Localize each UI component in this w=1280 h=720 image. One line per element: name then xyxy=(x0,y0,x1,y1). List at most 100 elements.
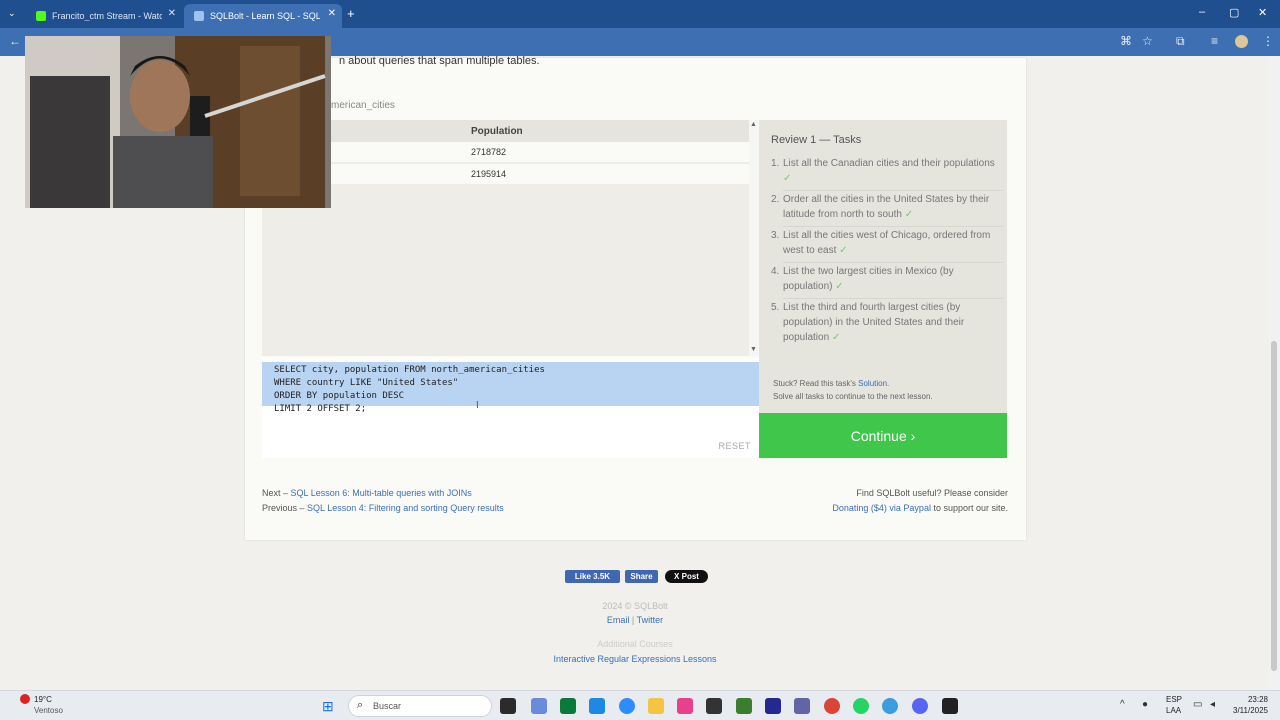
facebook-like-button[interactable]: Like 3.5K xyxy=(565,570,620,583)
kick-icon xyxy=(36,11,46,21)
clock-time[interactable]: 23:28 xyxy=(1230,695,1268,704)
reading-list-icon[interactable]: ≡ xyxy=(1211,34,1218,48)
scroll-down-icon[interactable]: ▼ xyxy=(750,346,757,353)
support-text: Find SQLBolt useful? Please consider xyxy=(856,488,1008,498)
maximize-button[interactable]: ▢ xyxy=(1229,6,1239,19)
table-cell: 2195914 xyxy=(471,169,507,179)
minimize-button[interactable]: – xyxy=(1199,6,1205,18)
extensions-icon[interactable]: ⧉ xyxy=(1176,34,1185,49)
task-text: List all the Canadian cities and their p… xyxy=(783,158,995,169)
vscode-icon[interactable] xyxy=(589,698,605,714)
task-text: List all the cities west of Chicago, ord… xyxy=(783,230,991,256)
scroll-up-icon[interactable]: ▲ xyxy=(750,121,757,128)
task-number: 5. xyxy=(771,302,780,313)
table-row: 2718782 xyxy=(262,142,749,163)
copilot-icon[interactable] xyxy=(531,698,547,714)
zoom-icon[interactable] xyxy=(619,698,635,714)
weather-temp[interactable]: 19°C xyxy=(34,695,52,704)
close-tab-icon[interactable]: ✕ xyxy=(328,8,336,19)
task-text: Order all the cities in the United State… xyxy=(783,194,990,220)
network-icon[interactable]: ▭ xyxy=(1193,699,1202,710)
task-text: List the third and fourth largest cities… xyxy=(783,302,965,343)
page-scrollbar[interactable] xyxy=(1268,56,1280,690)
chrome-icon[interactable] xyxy=(824,698,840,714)
tasks-panel: Review 1 — Tasks 1. List all the Canadia… xyxy=(759,120,1007,413)
search-input[interactable]: Buscar xyxy=(373,701,401,711)
task-text: List the two largest cities in Mexico (b… xyxy=(783,266,954,292)
app-icon[interactable] xyxy=(677,698,693,714)
windows-start-icon[interactable]: ⊞ xyxy=(322,698,338,714)
minecraft-icon[interactable] xyxy=(736,698,752,714)
microphone-icon[interactable]: ● xyxy=(1142,699,1148,710)
weather-desc[interactable]: Ventoso xyxy=(34,706,63,715)
solve-note: Solve all tasks to continue to the next … xyxy=(773,392,933,401)
store-icon[interactable] xyxy=(560,698,576,714)
close-tab-icon[interactable]: ✕ xyxy=(168,8,176,19)
table-scrollbar[interactable]: ▲ ▼ xyxy=(749,120,759,356)
github-icon[interactable] xyxy=(942,698,958,714)
menu-kebab-icon[interactable]: ⋮ xyxy=(1262,34,1274,48)
continue-button[interactable]: Continue › xyxy=(759,413,1007,458)
check-icon: ✓ xyxy=(783,173,792,184)
check-icon: ✓ xyxy=(831,332,841,343)
code-line: ORDER BY population DESC xyxy=(274,391,405,401)
tray-chevron-icon[interactable]: ^ xyxy=(1120,699,1125,710)
close-window-button[interactable]: ✕ xyxy=(1258,6,1267,19)
next-prefix: Next – xyxy=(262,488,291,498)
table-header-row: Population xyxy=(262,120,749,142)
twitter-link[interactable]: Twitter xyxy=(637,615,664,625)
tab-sqlbolt[interactable]: SQLBolt - Learn SQL - SQL Revi ✕ xyxy=(184,4,342,28)
translate-icon[interactable]: ⌘ xyxy=(1120,34,1132,48)
clock-date[interactable]: 3/11/2025 xyxy=(1224,706,1268,715)
facebook-share-button[interactable]: Share xyxy=(625,570,658,583)
prev-lesson-link[interactable]: SQL Lesson 4: Filtering and sorting Quer… xyxy=(307,503,504,513)
volume-icon[interactable]: ◂ xyxy=(1210,699,1215,710)
divider xyxy=(783,190,1003,191)
search-icon: ⌕ xyxy=(357,699,364,711)
back-arrow-icon[interactable]: ← xyxy=(9,34,21,48)
email-link[interactable]: Email xyxy=(607,615,630,625)
results-table-title: merican_cities xyxy=(331,100,395,111)
task-view-icon[interactable] xyxy=(500,698,516,714)
divider xyxy=(783,298,1003,299)
text-cursor-icon: I xyxy=(476,400,479,411)
next-lesson-link[interactable]: SQL Lesson 6: Multi-table queries with J… xyxy=(291,488,472,498)
stuck-hint: Stuck? Read this task's Solution. Solve … xyxy=(773,377,933,403)
prev-prefix: Previous – xyxy=(262,503,308,513)
solution-link[interactable]: Solution. xyxy=(858,379,889,388)
divider xyxy=(783,262,1003,263)
task-number: 3. xyxy=(771,230,780,241)
webcam-image xyxy=(25,36,331,208)
input-language[interactable]: ESP xyxy=(1166,695,1182,704)
next-lesson-line: Next – SQL Lesson 6: Multi-table queries… xyxy=(262,488,472,498)
donate-link[interactable]: Donating ($4) via Paypal xyxy=(832,503,931,513)
additional-courses-label: Additional Courses xyxy=(597,639,673,649)
profile-avatar[interactable] xyxy=(1235,35,1248,48)
x-post-button[interactable]: X Post xyxy=(665,570,708,583)
scrollbar-thumb[interactable] xyxy=(1271,341,1277,671)
bookmark-star-icon[interactable]: ☆ xyxy=(1142,34,1153,48)
discord-icon[interactable] xyxy=(912,698,928,714)
tab-label: Francito_ctm Stream - Watch Li xyxy=(52,11,162,21)
regex-course-link[interactable]: Interactive Regular Expressions Lessons xyxy=(553,654,716,664)
sqlbolt-favicon-icon xyxy=(194,11,204,21)
new-tab-button[interactable]: + xyxy=(347,6,355,21)
edge-icon[interactable] xyxy=(882,698,898,714)
sql-editor[interactable]: SELECT city, population FROM north_ameri… xyxy=(262,358,759,458)
tab-label: SQLBolt - Learn SQL - SQL Revi xyxy=(210,11,320,21)
taskbar-search[interactable]: ⌕ Buscar xyxy=(348,695,492,717)
prev-lesson-line: Previous – SQL Lesson 4: Filtering and s… xyxy=(262,503,504,513)
tab-stream[interactable]: Francito_ctm Stream - Watch Li ✕ xyxy=(26,4,182,28)
input-language-sub[interactable]: LAA xyxy=(1166,706,1181,715)
table-row: 2195914 xyxy=(262,164,749,185)
tab-list-chevron-icon[interactable]: ⌄ xyxy=(8,8,16,19)
code-line: LIMIT 2 OFFSET 2; xyxy=(274,404,367,414)
whatsapp-icon[interactable] xyxy=(853,698,869,714)
webcam-overlay xyxy=(25,36,331,208)
file-explorer-icon[interactable] xyxy=(648,698,664,714)
teams-icon[interactable] xyxy=(794,698,810,714)
reset-button[interactable]: RESET xyxy=(718,441,751,451)
lesson-intro-text: n about queries that span multiple table… xyxy=(339,55,540,67)
editor-icon[interactable] xyxy=(765,698,781,714)
obs-icon[interactable] xyxy=(706,698,722,714)
